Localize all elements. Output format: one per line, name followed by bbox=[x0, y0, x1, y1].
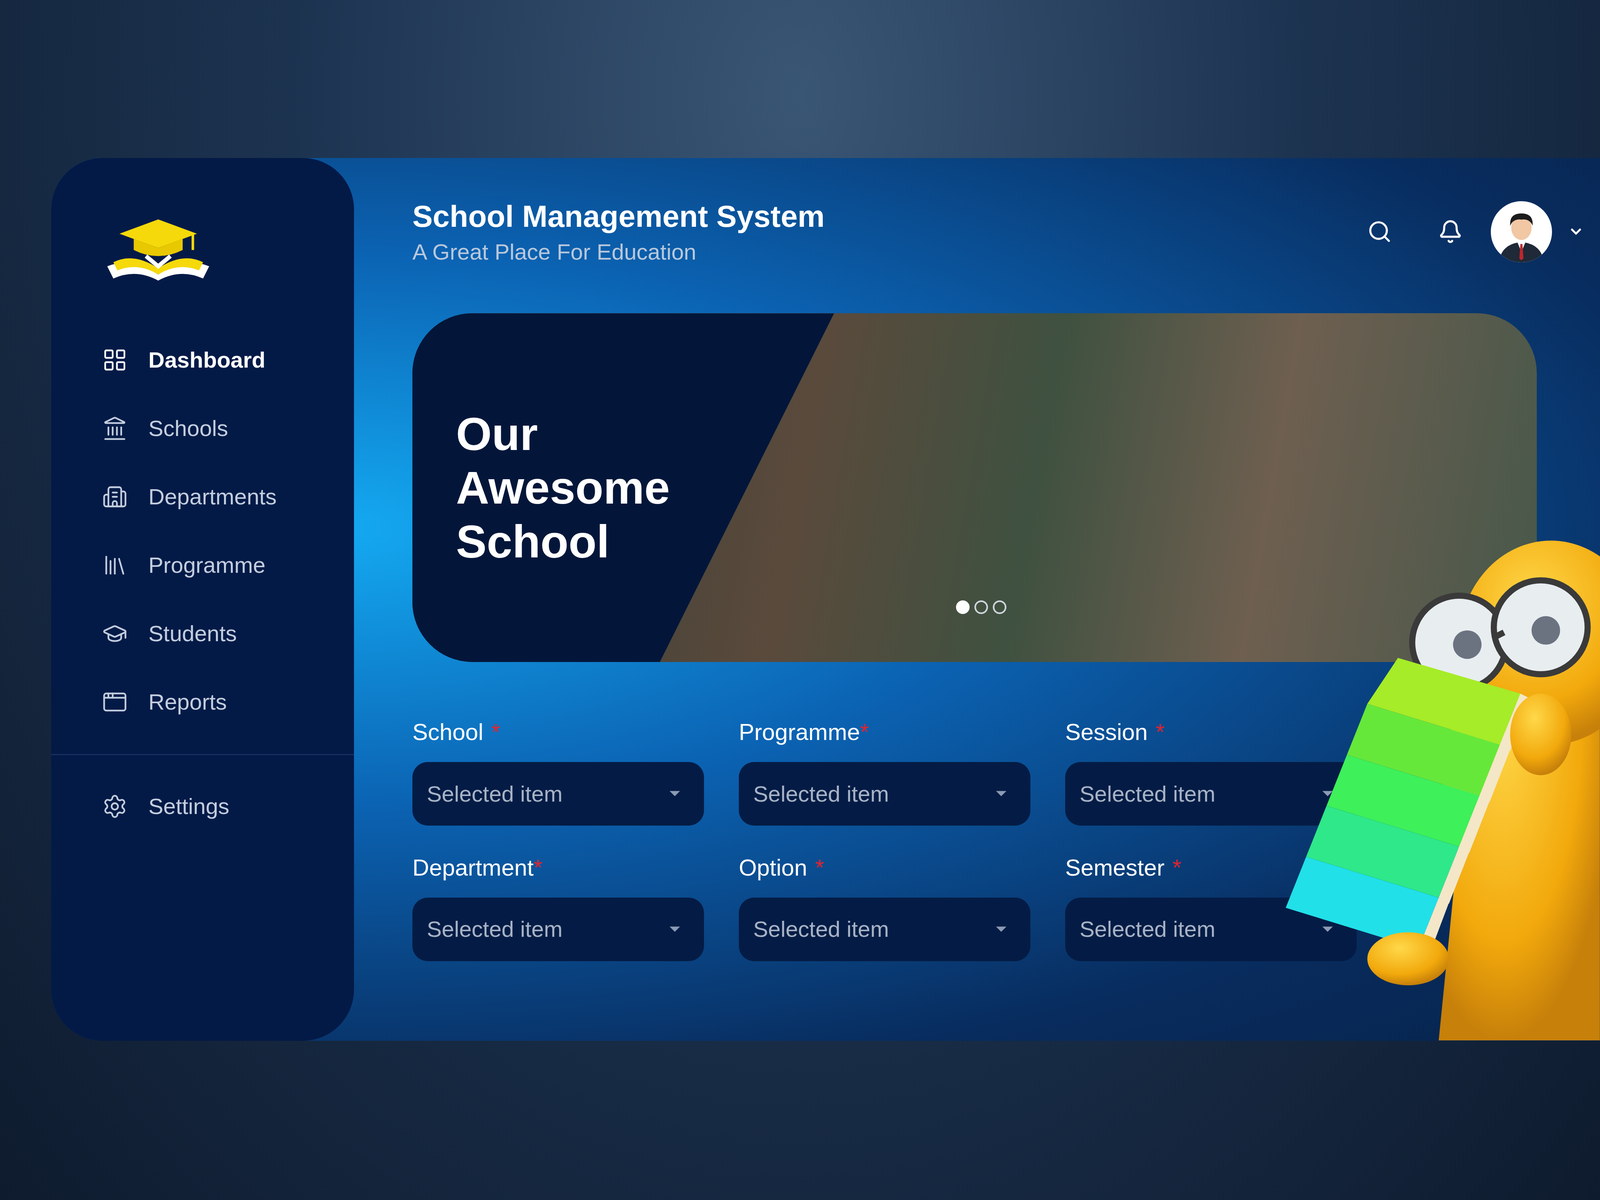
nav-icon bbox=[102, 689, 128, 715]
nav-icon bbox=[102, 347, 128, 373]
user-menu[interactable] bbox=[1490, 201, 1584, 263]
select-field[interactable]: Selected item bbox=[738, 762, 1031, 826]
avatar-icon[interactable] bbox=[1490, 201, 1552, 263]
mascot-icon bbox=[1285, 530, 1600, 1041]
select-field[interactable]: Selected item bbox=[1065, 762, 1357, 826]
logo bbox=[51, 219, 354, 281]
logo-icon bbox=[105, 219, 212, 281]
form-field: Session* Selected item bbox=[1065, 718, 1357, 826]
banner-title: Awesome bbox=[456, 460, 1537, 515]
caret-down-icon bbox=[996, 790, 1007, 797]
select-field[interactable]: Selected item bbox=[738, 897, 1031, 962]
carousel-dots bbox=[956, 600, 1007, 614]
caret-down-icon bbox=[996, 926, 1007, 932]
banner-title: School bbox=[456, 514, 1537, 569]
app-card: DashboardSchoolsDepartmentsProgrammeStud… bbox=[51, 158, 1600, 1041]
sidebar-item[interactable]: Reports bbox=[51, 667, 354, 736]
field-label: Option* bbox=[738, 853, 1031, 882]
form-field: School* Selected item bbox=[412, 718, 704, 826]
sidebar: DashboardSchoolsDepartmentsProgrammeStud… bbox=[51, 158, 354, 1041]
bell-icon[interactable] bbox=[1438, 219, 1463, 244]
sidebar-item[interactable]: Departments bbox=[51, 462, 354, 531]
field-label: School* bbox=[412, 718, 704, 746]
chevron-down-icon bbox=[1568, 223, 1584, 240]
caret-down-icon bbox=[669, 790, 680, 797]
carousel-dot[interactable] bbox=[956, 600, 970, 614]
carousel-dot[interactable] bbox=[992, 600, 1007, 614]
app-title: School Management System bbox=[412, 198, 825, 235]
field-label: Programme* bbox=[738, 718, 1031, 746]
page: DashboardSchoolsDepartmentsProgrammeStud… bbox=[0, 0, 1600, 1200]
field-label: Department* bbox=[412, 853, 704, 882]
app-subtitle: A Great Place For Education bbox=[412, 238, 825, 266]
form-field: Department* Selected item bbox=[412, 853, 704, 962]
nav-icon bbox=[102, 620, 128, 647]
form-field: Option* Selected item bbox=[738, 853, 1031, 962]
select-field[interactable]: Selected item bbox=[412, 897, 704, 962]
nav-icon bbox=[102, 484, 128, 510]
sidebar-item[interactable]: Programme bbox=[51, 530, 354, 600]
sidebar-item[interactable]: Schools bbox=[51, 394, 354, 463]
form-field: Programme* Selected item bbox=[738, 718, 1031, 826]
banner-title: Our bbox=[456, 407, 1537, 462]
carousel-dot[interactable] bbox=[974, 600, 988, 614]
mascot bbox=[1285, 530, 1600, 1041]
sidebar-item[interactable]: Settings bbox=[51, 772, 354, 841]
search-icon[interactable] bbox=[1367, 219, 1392, 244]
sidebar-nav: DashboardSchoolsDepartmentsProgrammeStud… bbox=[51, 325, 354, 736]
nav-icon bbox=[102, 415, 128, 442]
sidebar-item[interactable]: Students bbox=[51, 599, 354, 668]
field-label: Session* bbox=[1065, 718, 1357, 746]
header: School Management System A Great Place Fo… bbox=[412, 198, 1584, 266]
caret-down-icon bbox=[1322, 926, 1333, 932]
sidebar-divider bbox=[51, 754, 354, 756]
caret-down-icon bbox=[669, 926, 680, 932]
sidebar-item[interactable]: Dashboard bbox=[51, 325, 354, 394]
select-field[interactable]: Selected item bbox=[412, 762, 704, 826]
gear-icon bbox=[102, 793, 128, 820]
nav-icon bbox=[102, 552, 128, 578]
banner: OurAwesomeSchool bbox=[412, 313, 1537, 662]
